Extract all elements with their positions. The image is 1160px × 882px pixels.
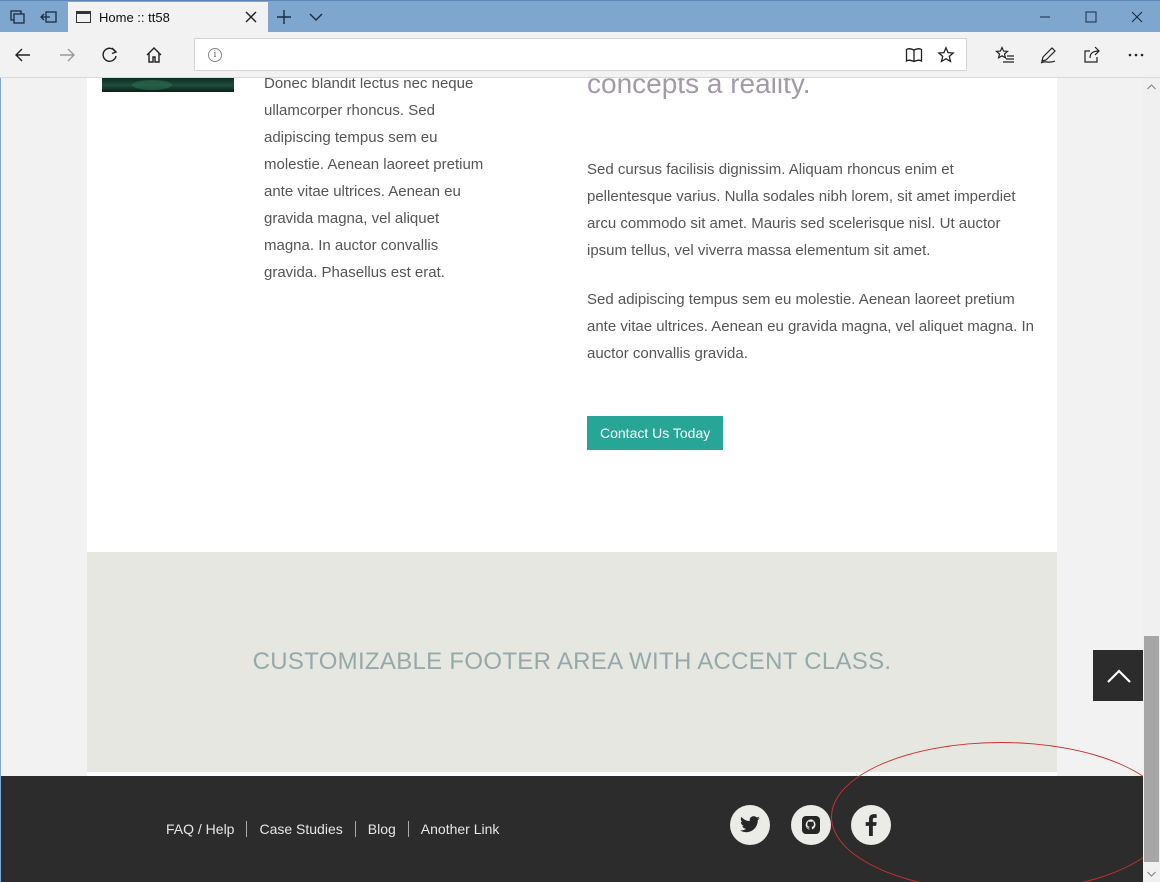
set-aside-tabs-icon[interactable]: [35, 5, 63, 29]
body-paragraph-2: Sed adipiscing tempus sem eu molestie. A…: [587, 291, 1034, 362]
scroll-down-icon[interactable]: [1143, 865, 1160, 882]
footer-link-faq[interactable]: FAQ / Help: [166, 821, 246, 837]
section-heading: concepts a reality.: [587, 78, 811, 99]
chevron-up-icon: [1106, 668, 1131, 683]
refresh-icon[interactable]: [93, 38, 127, 72]
accent-footer-text: CUSTOMIZABLE FOOTER AREA WITH ACCENT CLA…: [252, 648, 892, 675]
scroll-up-icon[interactable]: [1143, 78, 1160, 95]
accent-footer-area: CUSTOMIZABLE FOOTER AREA WITH ACCENT CLA…: [87, 552, 1057, 772]
back-to-top-button[interactable]: [1093, 650, 1143, 701]
close-window-icon[interactable]: [1114, 1, 1160, 33]
footer-link-another[interactable]: Another Link: [407, 821, 512, 837]
footer-links: FAQ / Help Case Studies Blog Another Lin…: [166, 821, 511, 837]
favorites-list-icon[interactable]: [988, 38, 1022, 72]
info-icon[interactable]: i: [208, 48, 222, 62]
vertical-scrollbar[interactable]: [1143, 78, 1160, 882]
leaf-image: [102, 78, 234, 92]
page-viewport: Donec blandit lectus nec neque ullamcorp…: [0, 78, 1143, 882]
tab-list-chevron-down-icon[interactable]: [304, 5, 328, 29]
back-arrow-icon[interactable]: [6, 38, 40, 72]
left-column-text: Donec blandit lectus nec neque ullamcorp…: [264, 78, 484, 281]
scrollbar-thumb[interactable]: [1144, 636, 1159, 862]
close-tab-icon[interactable]: [242, 8, 260, 26]
body-paragraph-1: Sed cursus facilisis dignissim. Aliquam …: [587, 161, 1016, 259]
maximize-icon[interactable]: [1068, 1, 1114, 33]
footer-link-blog[interactable]: Blog: [354, 821, 408, 837]
tab-actions-icon[interactable]: [3, 5, 31, 29]
star-icon[interactable]: [933, 43, 959, 67]
content-section: Donec blandit lectus nec neque ullamcorp…: [87, 78, 1057, 552]
share-icon[interactable]: [1075, 38, 1109, 72]
twitter-icon[interactable]: [730, 805, 770, 845]
tab-title: Home :: tt58: [99, 10, 170, 25]
facebook-icon[interactable]: [851, 805, 891, 845]
forward-arrow-icon[interactable]: [50, 38, 84, 72]
new-tab-plus-icon[interactable]: [272, 5, 296, 29]
title-bar: Home :: tt58: [0, 0, 1160, 33]
ellipsis-icon[interactable]: [1119, 38, 1153, 72]
browser-tab[interactable]: Home :: tt58: [68, 2, 268, 33]
github-icon[interactable]: [791, 805, 831, 845]
address-bar[interactable]: i: [194, 38, 967, 71]
footer-link-case-studies[interactable]: Case Studies: [246, 821, 354, 837]
pen-icon[interactable]: [1031, 38, 1065, 72]
contact-us-button[interactable]: Contact Us Today: [587, 416, 724, 450]
minimize-icon[interactable]: [1022, 1, 1068, 33]
address-input[interactable]: [231, 39, 891, 70]
site-footer: FAQ / Help Case Studies Blog Another Lin…: [1, 776, 1143, 882]
home-icon[interactable]: [137, 38, 171, 72]
page-icon: [76, 11, 91, 23]
book-icon[interactable]: [901, 43, 927, 67]
navigation-bar: i: [0, 32, 1160, 78]
